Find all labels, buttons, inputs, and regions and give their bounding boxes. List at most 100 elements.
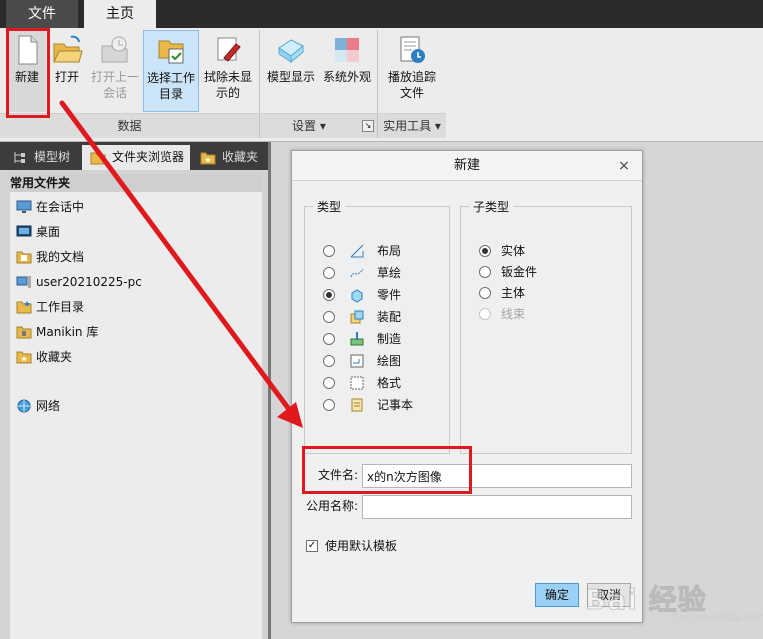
folder-in-session[interactable]: 在会话中 [16, 197, 84, 217]
close-icon[interactable]: × [616, 158, 632, 174]
open-button[interactable]: 打开 [50, 30, 84, 112]
radio-circle [323, 311, 335, 323]
radio-circle [323, 399, 335, 411]
radio-circle [323, 289, 335, 301]
type-label: 草绘 [377, 266, 402, 280]
highlight-filename [302, 446, 472, 494]
tab-home[interactable]: 主页 [84, 0, 156, 28]
common-name-input[interactable] [362, 495, 632, 519]
eraser-icon [217, 37, 241, 62]
computer-icon [16, 276, 31, 288]
folder-label: Manikin 库 [36, 325, 99, 339]
type-group: 类型 布局 草绘 零件 装配 制造 绘图 格式 记事本 [304, 198, 450, 454]
model-display-icon [278, 39, 304, 64]
folder-label: 在会话中 [36, 200, 85, 214]
folder-desktop[interactable]: 桌面 [16, 222, 60, 242]
radio-circle [323, 267, 335, 279]
model-tree-icon [14, 152, 25, 163]
folder-my-documents[interactable]: 我的文档 [16, 247, 84, 267]
tab-folder-browser-label: 文件夹浏览器 [112, 150, 185, 164]
radio-circle [479, 266, 491, 278]
part-icon [351, 289, 363, 303]
working-directory-folder-icon [16, 301, 32, 314]
navigator-panel: 模型树 文件夹浏览器 收藏夹 常用文件夹 在会话中 桌面 我的文档 user20… [0, 142, 268, 639]
select-wd-label-2: 目录 [158, 87, 183, 101]
subtype-label: 线束 [501, 307, 526, 321]
subtype-group: 子类型 实体 钣金件 主体 线束 [460, 198, 632, 454]
system-appearance-icon [335, 38, 359, 62]
notebook-icon [351, 398, 363, 412]
type-label: 布局 [377, 244, 402, 258]
subtype-label: 实体 [501, 244, 526, 258]
folder-label: 工作目录 [36, 300, 85, 314]
playback-trail-icon [400, 36, 425, 63]
folder-working-directory[interactable]: 工作目录 [16, 297, 84, 317]
open-previous-session-icon [101, 36, 128, 63]
tab-model-tree[interactable]: 模型树 [4, 145, 80, 170]
tab-folder-browser[interactable]: 文件夹浏览器 [82, 145, 190, 170]
model-display-button[interactable]: 模型显示 [264, 30, 318, 112]
navigator-tabs: 模型树 文件夹浏览器 收藏夹 [0, 142, 268, 170]
use-default-template-label: 使用默认模板 [325, 539, 398, 553]
radio-circle [323, 333, 335, 345]
favorites-folder-icon [16, 351, 32, 364]
folder-label: 收藏夹 [36, 350, 73, 364]
type-label: 记事本 [377, 398, 414, 412]
group-settings-label[interactable]: 设置 ▾ [260, 113, 377, 138]
system-appearance-button[interactable]: 系统外观 [320, 30, 374, 112]
common-folders-header: 常用文件夹 [10, 174, 262, 192]
type-label: 装配 [377, 310, 402, 324]
select-working-directory-button[interactable]: 选择工作 目录 [143, 30, 199, 112]
type-label: 格式 [377, 376, 402, 390]
desktop-icon [16, 225, 32, 237]
use-default-template-checkbox[interactable]: ✓ [306, 540, 318, 552]
tab-file[interactable]: 文件 [6, 0, 78, 28]
type-label: 制造 [377, 332, 402, 346]
network-globe-icon [17, 399, 31, 413]
working-directory-icon [158, 40, 184, 64]
library-folder-icon [16, 326, 32, 339]
common-folders-list: 在会话中 桌面 我的文档 user20210225-pc 工作目录 Maniki… [10, 192, 262, 639]
subtype-legend: 子类型 [473, 200, 510, 214]
assembly-icon [350, 310, 364, 324]
new-dialog: 新建 × 类型 布局 草绘 零件 装配 制造 绘图 格式 记事本 子类型 实体 … [291, 150, 643, 623]
open-previous-label-2: 会话 [102, 86, 127, 100]
highlight-new-button [6, 28, 50, 118]
drawing-icon [350, 354, 364, 368]
erase-not-displayed-button[interactable]: 拭除未显 示的 [200, 30, 256, 112]
folder-network[interactable]: 网络 [16, 396, 60, 416]
open-previous-session-button[interactable]: 打开上一 会话 [88, 30, 142, 112]
open-folder-icon [53, 35, 83, 63]
folder-label: 桌面 [36, 225, 61, 239]
tab-favorites[interactable]: 收藏夹 [192, 145, 264, 170]
playback-trail-file-button[interactable]: 播放追踪 文件 [382, 30, 442, 112]
ok-button[interactable]: 确定 [535, 583, 579, 607]
dialog-title: 新建 [292, 151, 642, 181]
format-icon [350, 376, 364, 390]
radio-circle [323, 355, 335, 367]
tab-favorites-label: 收藏夹 [222, 150, 259, 164]
group-utilities-label[interactable]: 实用工具 ▾ [378, 113, 446, 138]
radio-circle [323, 377, 335, 389]
subtype-label: 钣金件 [501, 265, 538, 279]
folder-browser-icon [90, 152, 106, 165]
folder-favorites[interactable]: 收藏夹 [16, 347, 72, 367]
cancel-button[interactable]: 取消 [587, 583, 631, 607]
monitor-icon [16, 200, 32, 213]
layout-icon [350, 244, 364, 258]
folder-manikin-library[interactable]: Manikin 库 [16, 322, 98, 342]
type-legend: 类型 [317, 200, 342, 214]
radio-circle [479, 287, 491, 299]
settings-dialog-launcher-icon[interactable]: ↘ [362, 120, 374, 132]
documents-icon [16, 251, 32, 264]
model-display-label: 模型显示 [266, 70, 315, 84]
folder-label: 网络 [36, 399, 61, 413]
type-label: 零件 [377, 288, 402, 302]
type-label: 绘图 [377, 354, 402, 368]
radio-circle [323, 245, 335, 257]
panel-splitter[interactable] [268, 142, 271, 639]
common-name-label: 公用名称: [305, 499, 358, 513]
playback-label-2: 文件 [399, 86, 424, 100]
folder-computer[interactable]: user20210225-pc [16, 272, 142, 292]
folder-label: 我的文档 [36, 250, 85, 264]
